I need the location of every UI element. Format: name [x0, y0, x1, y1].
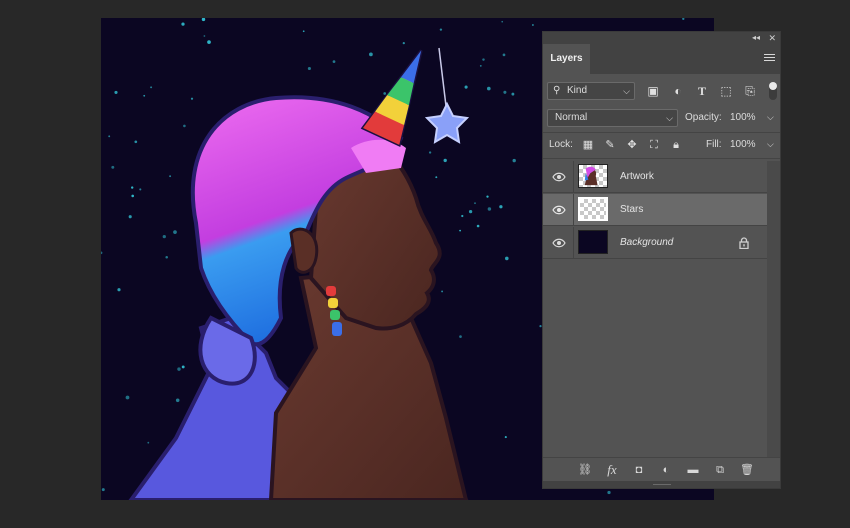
panel-bottom-bar: ⛓ fx ◘ ◐ ▬ ⧉ 🗑	[543, 457, 780, 482]
panel-resize-grip[interactable]	[543, 481, 780, 488]
divider	[543, 158, 780, 159]
smart-object-filter-icon[interactable]: ⎘	[742, 83, 758, 99]
blend-mode-dropdown[interactable]: Normal ⌵	[547, 109, 678, 127]
layers-list: Artwork Stars Background	[543, 161, 767, 260]
lock-fill-row: Lock: ▦ ✎ ✥ ⛶ 🔒︎ Fill: 100% ⌵	[543, 135, 780, 155]
delete-layer-icon[interactable]: 🗑	[739, 462, 755, 478]
fill-label: Fill:	[706, 139, 722, 150]
layer-name: Background	[620, 237, 674, 248]
chevron-down-icon[interactable]: ⌵	[767, 112, 774, 123]
lock-label: Lock:	[549, 139, 573, 150]
eye-icon[interactable]	[552, 236, 566, 250]
search-icon: ⚲	[553, 85, 561, 96]
shape-filter-icon[interactable]: ⬚	[718, 83, 734, 99]
lock-transparent-pixels-icon[interactable]: ▦	[580, 137, 596, 153]
collapse-panel-button[interactable]: ◂◂	[752, 32, 760, 44]
opacity-label: Opacity:	[685, 112, 722, 123]
fx-icon[interactable]: fx	[604, 462, 620, 478]
divider	[573, 161, 574, 193]
layer-row-artwork[interactable]: Artwork	[543, 161, 767, 193]
blend-opacity-row: Normal ⌵ Opacity: 100% ⌵	[543, 108, 780, 128]
close-panel-button[interactable]: ✕	[768, 32, 776, 44]
new-layer-icon[interactable]: ⧉	[712, 462, 728, 478]
lock-image-pixels-icon[interactable]: ✎	[602, 137, 618, 153]
panel-header-strip: ◂◂ ✕	[543, 32, 780, 44]
filter-kind-label: Kind	[567, 85, 588, 96]
layer-thumbnail	[578, 230, 608, 254]
layer-name: Stars	[620, 204, 644, 215]
tab-layers[interactable]: Layers	[543, 44, 590, 74]
divider	[573, 227, 574, 259]
chevron-down-icon: ⌵	[666, 113, 673, 123]
filter-toggle-switch[interactable]	[769, 82, 777, 100]
adjustment-filter-icon[interactable]: ◐	[670, 83, 686, 99]
chevron-down-icon[interactable]: ⌵	[767, 139, 774, 150]
lock-all-icon[interactable]: 🔒︎	[668, 137, 684, 153]
panel-menu-icon[interactable]	[764, 54, 775, 63]
divider	[543, 132, 780, 133]
layer-thumbnail	[578, 197, 608, 221]
panel-tab-bar: Layers	[543, 44, 780, 74]
chevron-down-icon: ⌵	[623, 86, 630, 96]
layer-name: Artwork	[620, 171, 654, 182]
lock-icon	[739, 237, 749, 249]
type-filter-icon[interactable]: T	[694, 83, 710, 99]
lock-artboard-icon[interactable]: ⛶	[646, 137, 662, 153]
link-layers-icon[interactable]: ⛓	[577, 462, 593, 478]
new-group-icon[interactable]: ▬	[685, 462, 701, 478]
add-mask-icon[interactable]: ◘	[631, 462, 647, 478]
layer-row-background[interactable]: Background	[543, 227, 767, 259]
layers-scrollbar[interactable]	[767, 161, 780, 457]
fill-field[interactable]: 100%	[730, 139, 756, 150]
divider	[573, 194, 574, 226]
blend-mode-value: Normal	[555, 112, 588, 123]
opacity-field[interactable]: 100%	[730, 112, 756, 123]
eye-icon[interactable]	[552, 170, 566, 184]
filter-kind-dropdown[interactable]: ⚲ Kind ⌵	[547, 82, 635, 100]
image-filter-icon[interactable]: ▣	[645, 83, 661, 99]
lock-position-icon[interactable]: ✥	[624, 137, 640, 153]
layer-thumbnail	[578, 164, 608, 188]
new-adjustment-layer-icon[interactable]: ◐	[658, 462, 674, 478]
layer-row-stars[interactable]: Stars	[543, 194, 767, 226]
layer-filter-row: ⚲ Kind ⌵ ▣ ◐ T ⬚ ⎘	[543, 80, 780, 102]
layers-panel: ◂◂ ✕ Layers ⚲ Kind ⌵ ▣ ◐ T ⬚ ⎘ Normal ⌵ …	[542, 31, 781, 489]
eye-icon[interactable]	[552, 203, 566, 217]
